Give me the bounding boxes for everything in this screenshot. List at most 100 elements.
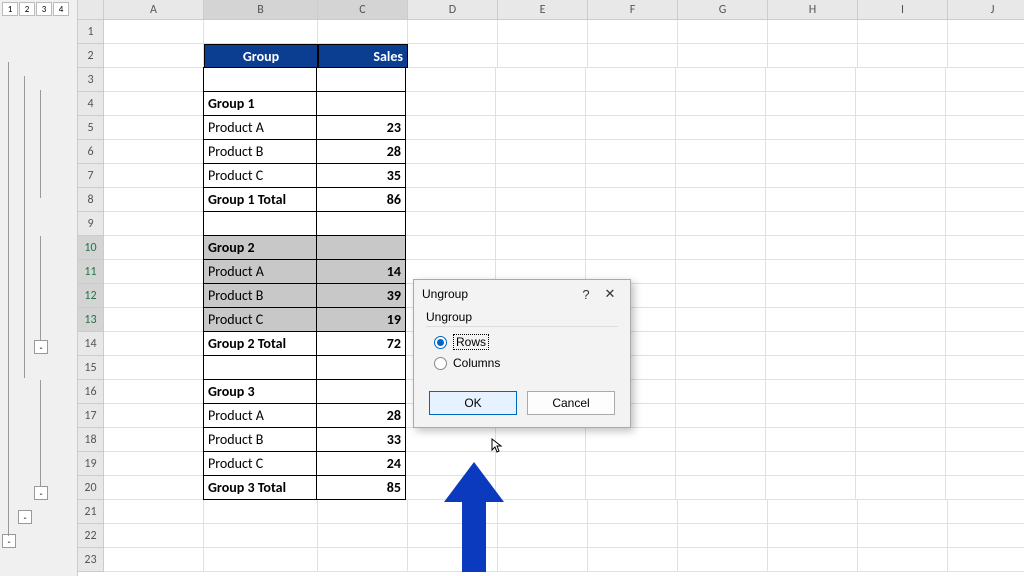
radio-columns[interactable]: Columns	[426, 353, 618, 373]
cell[interactable]: 23	[316, 115, 406, 140]
row-header[interactable]: 8	[78, 188, 104, 212]
cell[interactable]: Product C	[203, 307, 317, 332]
cell[interactable]	[946, 404, 1024, 428]
radio-rows[interactable]: Rows	[426, 331, 618, 353]
cell[interactable]	[766, 140, 856, 164]
cell[interactable]	[588, 44, 678, 68]
cell[interactable]	[856, 332, 946, 356]
outline-level-1[interactable]: 1	[2, 2, 18, 16]
cell[interactable]	[408, 44, 498, 68]
cell[interactable]	[856, 260, 946, 284]
cell[interactable]	[676, 260, 766, 284]
cell[interactable]	[946, 380, 1024, 404]
cell[interactable]	[676, 428, 766, 452]
cell[interactable]	[586, 164, 676, 188]
cell[interactable]: Product A	[203, 403, 317, 428]
cell[interactable]: Product A	[203, 115, 317, 140]
cell[interactable]	[768, 524, 858, 548]
cell[interactable]	[948, 20, 1024, 44]
cell[interactable]	[856, 452, 946, 476]
cell[interactable]	[498, 44, 588, 68]
cell[interactable]	[406, 164, 496, 188]
cell[interactable]	[856, 212, 946, 236]
cell[interactable]: Group	[204, 44, 318, 68]
cell[interactable]: Sales	[318, 44, 408, 68]
cell[interactable]	[856, 404, 946, 428]
cell[interactable]: Product C	[203, 163, 317, 188]
cell[interactable]	[104, 260, 204, 284]
cell[interactable]	[408, 20, 498, 44]
cell[interactable]	[496, 428, 586, 452]
cell[interactable]	[676, 68, 766, 92]
cell[interactable]	[766, 404, 856, 428]
cell[interactable]	[678, 44, 768, 68]
cell[interactable]	[496, 140, 586, 164]
cell[interactable]	[858, 548, 948, 572]
cell[interactable]	[766, 92, 856, 116]
cell[interactable]	[676, 308, 766, 332]
row-header[interactable]: 22	[78, 524, 104, 548]
cell[interactable]	[856, 164, 946, 188]
cell[interactable]	[676, 212, 766, 236]
cell[interactable]	[856, 140, 946, 164]
cell[interactable]: Product C	[203, 451, 317, 476]
cell[interactable]	[856, 356, 946, 380]
cell[interactable]	[318, 548, 408, 572]
outline-level-3[interactable]: 3	[36, 2, 52, 16]
cell[interactable]	[766, 236, 856, 260]
cell[interactable]	[204, 524, 318, 548]
cell[interactable]	[946, 236, 1024, 260]
cell[interactable]	[766, 380, 856, 404]
row-header[interactable]: 4	[78, 92, 104, 116]
close-button[interactable]: ✕	[598, 286, 622, 302]
cell[interactable]	[316, 235, 406, 260]
cell[interactable]	[203, 67, 317, 92]
cell[interactable]	[318, 20, 408, 44]
row-header[interactable]: 16	[78, 380, 104, 404]
cell[interactable]: Group 1	[203, 91, 317, 116]
row-header[interactable]: 9	[78, 212, 104, 236]
cell[interactable]	[318, 524, 408, 548]
row-header[interactable]: 14	[78, 332, 104, 356]
cell[interactable]	[104, 452, 204, 476]
collapse-button[interactable]: -	[2, 534, 16, 548]
cell[interactable]	[588, 20, 678, 44]
row-header[interactable]: 12	[78, 284, 104, 308]
cell[interactable]	[318, 500, 408, 524]
cell[interactable]	[946, 116, 1024, 140]
cell[interactable]	[588, 524, 678, 548]
cell[interactable]: Product A	[203, 259, 317, 284]
row-header[interactable]: 19	[78, 452, 104, 476]
cell[interactable]	[104, 356, 204, 380]
cell[interactable]	[676, 164, 766, 188]
row-header[interactable]: 11	[78, 260, 104, 284]
cell[interactable]: 28	[316, 139, 406, 164]
cell[interactable]	[676, 92, 766, 116]
cell[interactable]: 28	[316, 403, 406, 428]
cell[interactable]	[856, 284, 946, 308]
cell[interactable]	[946, 284, 1024, 308]
cell[interactable]	[586, 68, 676, 92]
cell[interactable]	[766, 260, 856, 284]
cell[interactable]	[766, 452, 856, 476]
cell[interactable]	[498, 500, 588, 524]
cell[interactable]	[856, 116, 946, 140]
cell[interactable]	[104, 116, 204, 140]
cell[interactable]	[946, 164, 1024, 188]
row-header[interactable]: 20	[78, 476, 104, 500]
cell[interactable]	[406, 140, 496, 164]
cell[interactable]	[204, 20, 318, 44]
cell[interactable]: 86	[316, 187, 406, 212]
col-header-I[interactable]: I	[858, 0, 948, 20]
cell[interactable]	[406, 236, 496, 260]
cell[interactable]	[586, 452, 676, 476]
cell[interactable]	[588, 548, 678, 572]
cell[interactable]: Product B	[203, 427, 317, 452]
row-header[interactable]: 17	[78, 404, 104, 428]
cell[interactable]	[586, 92, 676, 116]
col-header-C[interactable]: C	[318, 0, 408, 20]
col-header-G[interactable]: G	[678, 0, 768, 20]
cell[interactable]	[766, 164, 856, 188]
cell[interactable]	[496, 188, 586, 212]
cell[interactable]: 85	[316, 475, 406, 500]
